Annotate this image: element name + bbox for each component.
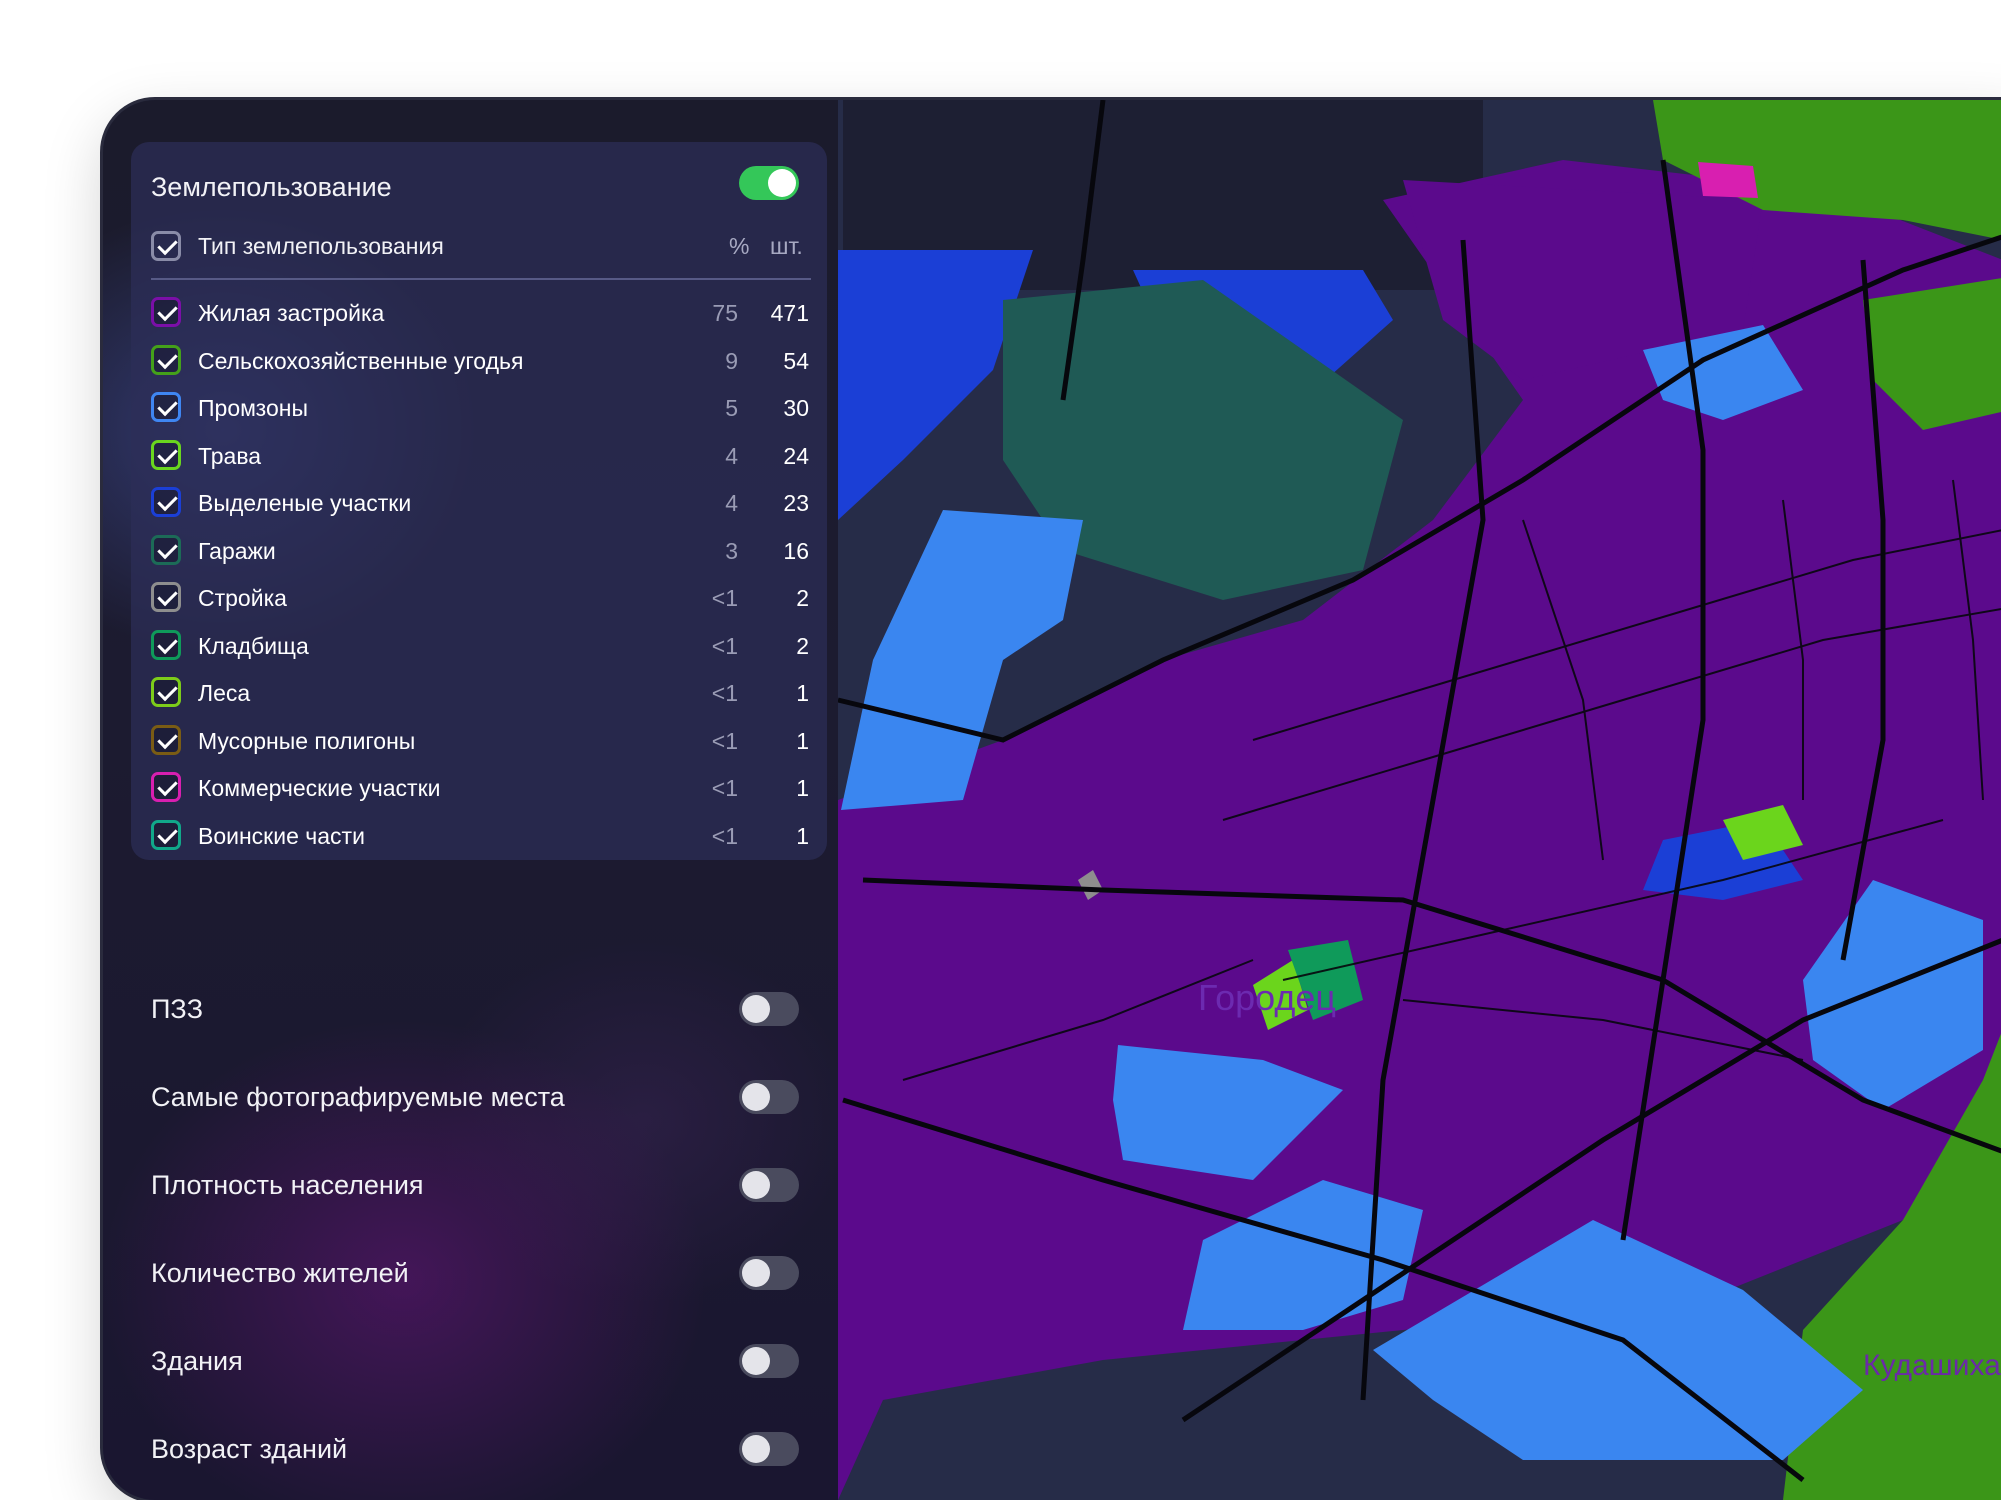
land-use-card: Землепользование Тип землепользования % … <box>131 142 827 860</box>
count-header: шт. <box>770 233 803 259</box>
layer-toggle[interactable] <box>739 1432 799 1466</box>
row-label: Промзоны <box>198 395 308 421</box>
row-label: Воинские части <box>198 822 365 849</box>
row-checkbox[interactable] <box>151 439 181 470</box>
map-village-label: Кудашиха <box>1863 1349 2001 1382</box>
row-label: Леса <box>198 680 251 706</box>
row-checkbox[interactable] <box>151 677 181 707</box>
land-use-row[interactable]: Промзоны 5 30 <box>131 389 827 429</box>
app-window: Городец Кудашиха Землепользование Тип зе… <box>103 100 2001 1500</box>
row-label: Стройка <box>198 585 287 611</box>
row-label: Кладбища <box>198 632 309 659</box>
row-label: Жилая застройка <box>198 300 385 326</box>
land-use-row[interactable]: Сельскохозяйственные угодья 9 54 <box>131 342 827 382</box>
land-use-type-header: Тип землепользования <box>198 233 444 259</box>
land-use-toggle[interactable] <box>739 166 799 200</box>
row-percent: 9 <box>725 347 738 374</box>
row-percent: 75 <box>712 300 738 326</box>
land-use-title: Землепользование <box>151 172 392 202</box>
land-use-row[interactable]: Мусорные полигоны <1 1 <box>131 722 827 762</box>
layer-label: Количество жителей <box>151 1258 409 1288</box>
layer-label: Самые фотографируемые места <box>151 1082 565 1112</box>
row-percent: <1 <box>711 775 738 801</box>
row-count: 24 <box>783 442 809 469</box>
layer-label: Плотность населения <box>151 1170 424 1200</box>
row-count: 23 <box>783 490 809 516</box>
layer-toggle[interactable] <box>739 1344 799 1378</box>
land-use-row[interactable]: Жилая застройка 75 471 <box>131 294 827 334</box>
land-use-row[interactable]: Кладбища <1 2 <box>131 627 827 667</box>
row-checkbox[interactable] <box>151 534 181 565</box>
row-checkbox[interactable] <box>151 582 181 612</box>
layer-row: Количество жителей <box>103 1254 838 1294</box>
layer-label: Возраст зданий <box>151 1434 348 1464</box>
row-checkbox[interactable] <box>151 392 181 422</box>
layer-toggle[interactable] <box>739 1168 799 1202</box>
commercial-area <box>1698 162 1758 198</box>
row-percent: <1 <box>711 632 738 659</box>
land-use-row[interactable]: Выделеные участки 4 23 <box>131 484 827 524</box>
row-label: Сельскохозяйственные угодья <box>198 347 524 374</box>
layer-row: Здания <box>103 1342 838 1382</box>
row-percent: 4 <box>725 442 738 469</box>
row-count: 30 <box>783 395 809 421</box>
row-count: 471 <box>770 300 809 326</box>
layer-toggle[interactable] <box>739 992 799 1026</box>
layers-panel: Землепользование Тип землепользования % … <box>103 100 838 1500</box>
row-count: 54 <box>783 347 809 374</box>
row-checkbox[interactable] <box>151 344 181 375</box>
layer-label: Здания <box>151 1346 243 1376</box>
land-use-row[interactable]: Гаражи 3 16 <box>131 532 827 572</box>
row-label: Гаражи <box>198 537 276 564</box>
toggle-knob <box>742 1083 770 1111</box>
row-label: Коммерческие участки <box>198 775 441 801</box>
percent-header: % <box>729 233 750 259</box>
layer-row: Самые фотографируемые места <box>103 1078 838 1118</box>
layer-label: ПЗЗ <box>151 994 204 1024</box>
header-divider <box>151 278 811 280</box>
row-count: 2 <box>796 585 809 611</box>
toggle-knob <box>742 1435 770 1463</box>
row-percent: <1 <box>711 585 738 611</box>
layer-toggle[interactable] <box>739 1256 799 1290</box>
row-count: 2 <box>796 632 809 659</box>
row-label: Выделеные участки <box>198 490 412 516</box>
row-percent: <1 <box>711 822 738 849</box>
row-checkbox[interactable] <box>151 819 181 850</box>
land-use-row[interactable]: Трава 4 24 <box>131 437 827 477</box>
row-count: 16 <box>783 537 809 564</box>
toggle-knob <box>742 995 770 1023</box>
land-use-row[interactable]: Воинские части <1 1 <box>131 817 827 857</box>
row-percent: 5 <box>725 395 738 421</box>
toggle-knob <box>742 1171 770 1199</box>
row-percent: 3 <box>725 537 738 564</box>
row-percent: <1 <box>711 680 738 706</box>
row-count: 1 <box>796 775 809 801</box>
row-checkbox[interactable] <box>151 629 181 660</box>
row-label: Мусорные полигоны <box>198 727 416 754</box>
layer-toggle[interactable] <box>739 1080 799 1114</box>
row-count: 1 <box>796 727 809 754</box>
layer-row: Плотность населения <box>103 1166 838 1206</box>
land-use-row[interactable]: Леса <1 1 <box>131 674 827 714</box>
layer-row: Возраст зданий <box>103 1430 838 1470</box>
land-use-type-checkbox[interactable] <box>151 231 181 261</box>
land-use-row[interactable]: Коммерческие участки <1 1 <box>131 769 827 809</box>
row-checkbox[interactable] <box>151 297 181 327</box>
row-checkbox[interactable] <box>151 772 181 802</box>
toggle-knob <box>742 1347 770 1375</box>
row-percent: <1 <box>711 727 738 754</box>
land-use-row[interactable]: Стройка <1 2 <box>131 579 827 619</box>
layer-row: ПЗЗ <box>103 990 838 1030</box>
row-count: 1 <box>796 822 809 849</box>
toggle-knob <box>742 1259 770 1287</box>
row-label: Трава <box>198 442 262 469</box>
row-count: 1 <box>796 680 809 706</box>
row-percent: 4 <box>725 490 738 516</box>
map-town-label: Городец <box>1198 977 1336 1018</box>
row-checkbox[interactable] <box>151 724 181 755</box>
toggle-knob <box>768 169 796 197</box>
row-checkbox[interactable] <box>151 487 181 517</box>
